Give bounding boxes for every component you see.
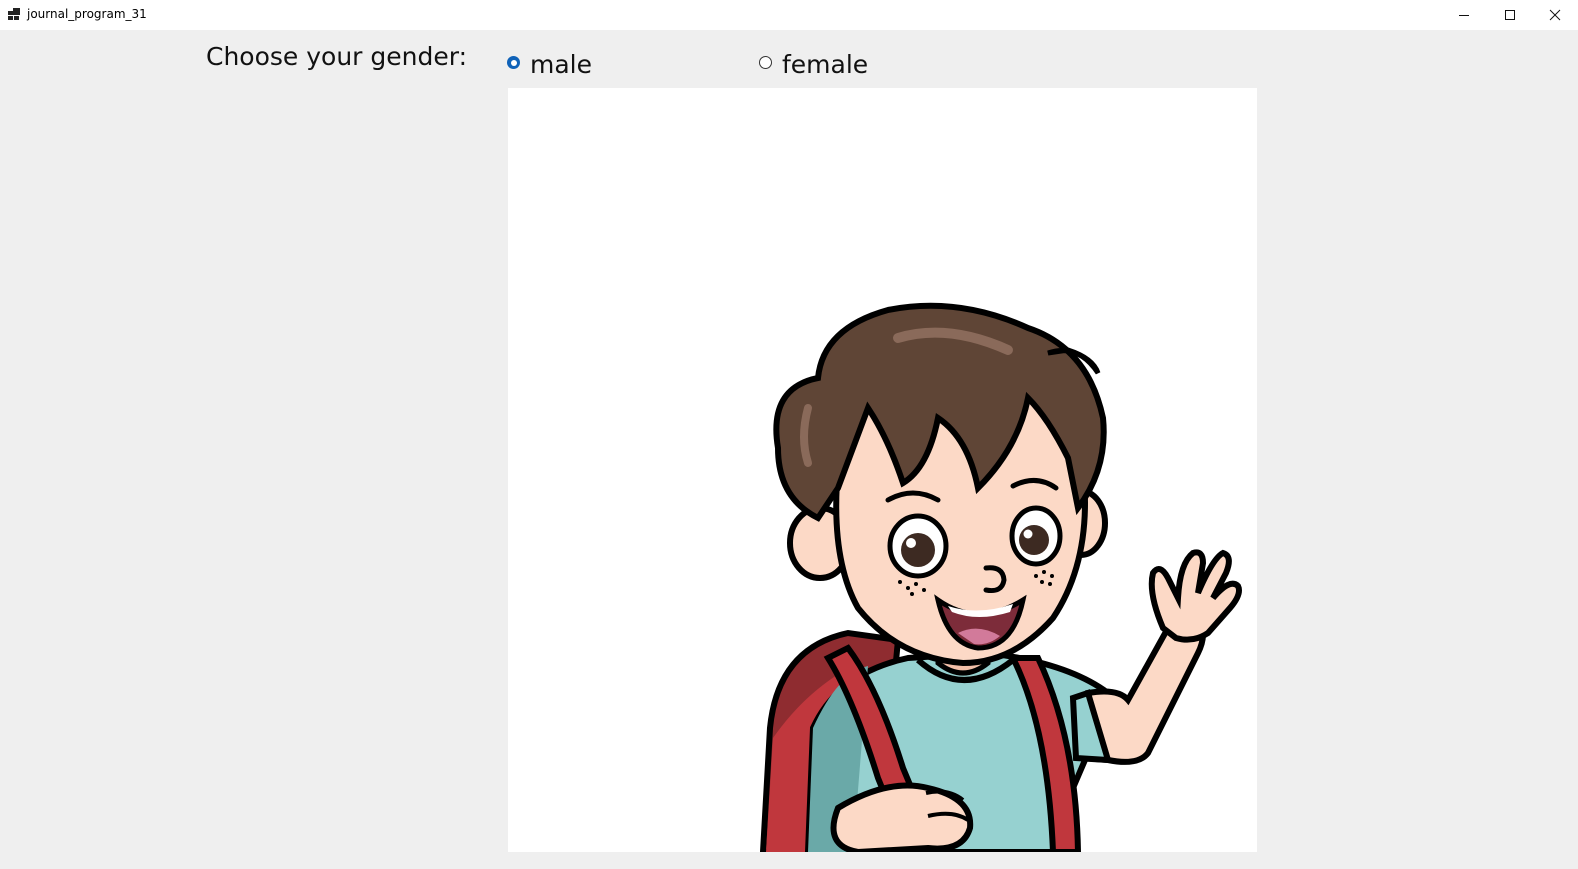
cartoon-boy-waving-icon [759, 302, 1242, 852]
close-icon [1549, 9, 1561, 21]
minimize-icon [1459, 15, 1469, 16]
maximize-icon [1505, 10, 1515, 20]
maximize-button[interactable] [1487, 0, 1533, 30]
app-icon [8, 8, 20, 20]
title-bar[interactable]: journal_program_31 [0, 0, 1578, 30]
gender-prompt-label: Choose your gender: [206, 42, 468, 71]
radio-female[interactable]: female [759, 46, 868, 79]
window-title: journal_program_31 [27, 7, 147, 21]
radio-male-label[interactable]: male [530, 50, 592, 79]
radio-checked-icon[interactable] [507, 56, 520, 69]
radio-male[interactable]: male [507, 46, 592, 79]
close-button[interactable] [1532, 0, 1578, 30]
radio-female-label[interactable]: female [782, 50, 868, 79]
radio-unchecked-icon[interactable] [759, 56, 772, 69]
app-window: journal_program_31 Choose your gender: m… [0, 0, 1578, 869]
minimize-button[interactable] [1441, 0, 1487, 30]
character-picture-box [508, 88, 1257, 852]
